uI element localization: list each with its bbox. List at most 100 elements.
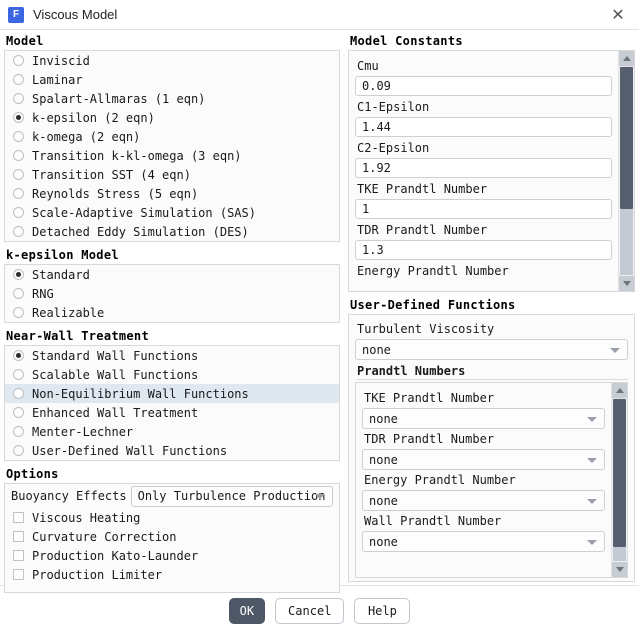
prandtl-select-1[interactable]: none <box>362 449 605 470</box>
model-option-6[interactable]: Transition SST (4 eqn) <box>5 165 339 184</box>
radio-icon[interactable] <box>13 288 24 299</box>
options-checkbox-3[interactable]: Production Limiter <box>5 565 339 584</box>
near-wall-group-title: Near-Wall Treatment <box>6 329 149 343</box>
radio-icon[interactable] <box>13 112 24 123</box>
scrollbar-thumb[interactable] <box>620 67 633 209</box>
radio-icon[interactable] <box>13 350 24 361</box>
model-constant-input-0[interactable]: 0.09 <box>355 76 612 96</box>
model-option-label: Transition k-kl-omega (3 eqn) <box>32 148 242 163</box>
options-checkbox-label: Viscous Heating <box>32 510 141 525</box>
radio-icon[interactable] <box>13 169 24 180</box>
radio-icon[interactable] <box>13 55 24 66</box>
model-option-label: Detached Eddy Simulation (DES) <box>32 224 249 239</box>
near-wall-option-4[interactable]: Menter-Lechner <box>5 422 339 441</box>
scrollbar-track-lower[interactable] <box>620 209 633 275</box>
model-constant-input-2[interactable]: 1.92 <box>355 158 612 178</box>
ke-model-option-0[interactable]: Standard <box>5 265 339 284</box>
checkbox-icon[interactable] <box>13 531 24 542</box>
checkbox-icon[interactable] <box>13 550 24 561</box>
radio-icon[interactable] <box>13 369 24 380</box>
turbulent-viscosity-select[interactable]: none <box>355 339 628 360</box>
help-button[interactable]: Help <box>354 598 411 624</box>
prandtl-label-1: TDR Prandtl Number <box>364 432 495 446</box>
model-option-5[interactable]: Transition k-kl-omega (3 eqn) <box>5 146 339 165</box>
ke-model-list: Standard RNG Realizable <box>4 264 340 323</box>
cancel-button[interactable]: Cancel <box>275 598 345 624</box>
radio-icon[interactable] <box>13 74 24 85</box>
chevron-down-icon <box>587 457 597 463</box>
model-option-9[interactable]: Detached Eddy Simulation (DES) <box>5 222 339 241</box>
options-checkbox-1[interactable]: Curvature Correction <box>5 527 339 546</box>
ke-model-option-label: RNG <box>32 286 54 301</box>
checkbox-icon[interactable] <box>13 569 24 580</box>
near-wall-option-label: Standard Wall Functions <box>32 348 199 363</box>
scroll-down-icon[interactable] <box>619 276 634 291</box>
checkbox-icon[interactable] <box>13 512 24 523</box>
radio-icon[interactable] <box>13 226 24 237</box>
model-constants-scrollbar[interactable] <box>618 51 634 291</box>
prandtl-value-0: none <box>369 411 398 426</box>
radio-icon[interactable] <box>13 207 24 218</box>
radio-icon[interactable] <box>13 307 24 318</box>
radio-icon[interactable] <box>13 150 24 161</box>
radio-icon[interactable] <box>13 445 24 456</box>
scroll-up-icon[interactable] <box>619 51 634 67</box>
radio-icon[interactable] <box>13 388 24 399</box>
radio-icon[interactable] <box>13 407 24 418</box>
radio-icon[interactable] <box>13 269 24 280</box>
near-wall-option-2[interactable]: Non-Equilibrium Wall Functions <box>5 384 339 403</box>
model-option-2[interactable]: Spalart-Allmaras (1 eqn) <box>5 89 339 108</box>
prandtl-numbers-title: Prandtl Numbers <box>357 364 628 380</box>
turbulent-viscosity-value: none <box>362 342 391 357</box>
prandtl-value-1: none <box>369 452 398 467</box>
ke-model-option-1[interactable]: RNG <box>5 284 339 303</box>
model-option-8[interactable]: Scale-Adaptive Simulation (SAS) <box>5 203 339 222</box>
radio-icon[interactable] <box>13 188 24 199</box>
model-group-title: Model <box>6 34 44 48</box>
near-wall-option-label: User-Defined Wall Functions <box>32 443 228 458</box>
prandtl-select-3[interactable]: none <box>362 531 605 552</box>
options-checkbox-0[interactable]: Viscous Heating <box>5 508 339 527</box>
prandtl-value-2: none <box>369 493 398 508</box>
model-option-label: Reynolds Stress (5 eqn) <box>32 186 199 201</box>
options-group: Options Buoyancy Effects Only Turbulence… <box>4 467 340 593</box>
chevron-down-icon <box>587 416 597 422</box>
window-title: Viscous Model <box>33 7 118 22</box>
scrollbar-thumb[interactable] <box>613 399 626 547</box>
scroll-up-icon[interactable] <box>612 383 627 399</box>
ke-model-option-label: Realizable <box>32 305 105 320</box>
near-wall-option-1[interactable]: Scalable Wall Functions <box>5 365 339 384</box>
model-option-0[interactable]: Inviscid <box>5 51 339 70</box>
model-option-4[interactable]: k-omega (2 eqn) <box>5 127 339 146</box>
near-wall-option-0[interactable]: Standard Wall Functions <box>5 346 339 365</box>
model-option-3[interactable]: k-epsilon (2 eqn) <box>5 108 339 127</box>
buoyancy-effects-select[interactable]: Only Turbulence Production <box>130 485 333 507</box>
model-constant-input-3[interactable]: 1 <box>355 199 612 219</box>
radio-icon[interactable] <box>13 426 24 437</box>
model-option-7[interactable]: Reynolds Stress (5 eqn) <box>5 184 339 203</box>
right-column: Model Constants Cmu 0.09 C1-Epsilon 1.44 C2-… <box>344 30 639 585</box>
options-checkbox-2[interactable]: Production Kato-Launder <box>5 546 339 565</box>
radio-icon[interactable] <box>13 131 24 142</box>
model-constant-input-4[interactable]: 1.3 <box>355 240 612 260</box>
scroll-down-icon[interactable] <box>612 562 627 577</box>
ke-model-option-2[interactable]: Realizable <box>5 303 339 322</box>
radio-icon[interactable] <box>13 93 24 104</box>
model-option-label: Inviscid <box>32 53 90 68</box>
options-checkbox-label: Production Limiter <box>32 567 163 582</box>
model-option-1[interactable]: Laminar <box>5 70 339 89</box>
model-constant-input-1[interactable]: 1.44 <box>355 117 612 137</box>
buoyancy-effects-row: Buoyancy Effects Only Turbulence Product… <box>5 484 339 508</box>
near-wall-option-3[interactable]: Enhanced Wall Treatment <box>5 403 339 422</box>
prandtl-numbers-scrollbar[interactable] <box>611 383 627 577</box>
ok-button[interactable]: OK <box>228 598 266 624</box>
model-constant-label-clipped: Energy Prandtl Number <box>357 264 509 278</box>
model-constant-label-1: C1-Epsilon <box>357 100 430 114</box>
near-wall-option-label: Scalable Wall Functions <box>32 367 199 382</box>
model-constants-panel: Cmu 0.09 C1-Epsilon 1.44 C2-Epsilon 1.92 TKE P… <box>348 50 635 292</box>
prandtl-select-2[interactable]: none <box>362 490 605 511</box>
near-wall-option-5[interactable]: User-Defined Wall Functions <box>5 441 339 460</box>
prandtl-select-0[interactable]: none <box>362 408 605 429</box>
close-icon[interactable]: ✕ <box>597 0 639 29</box>
scrollbar-track-lower[interactable] <box>613 547 626 561</box>
